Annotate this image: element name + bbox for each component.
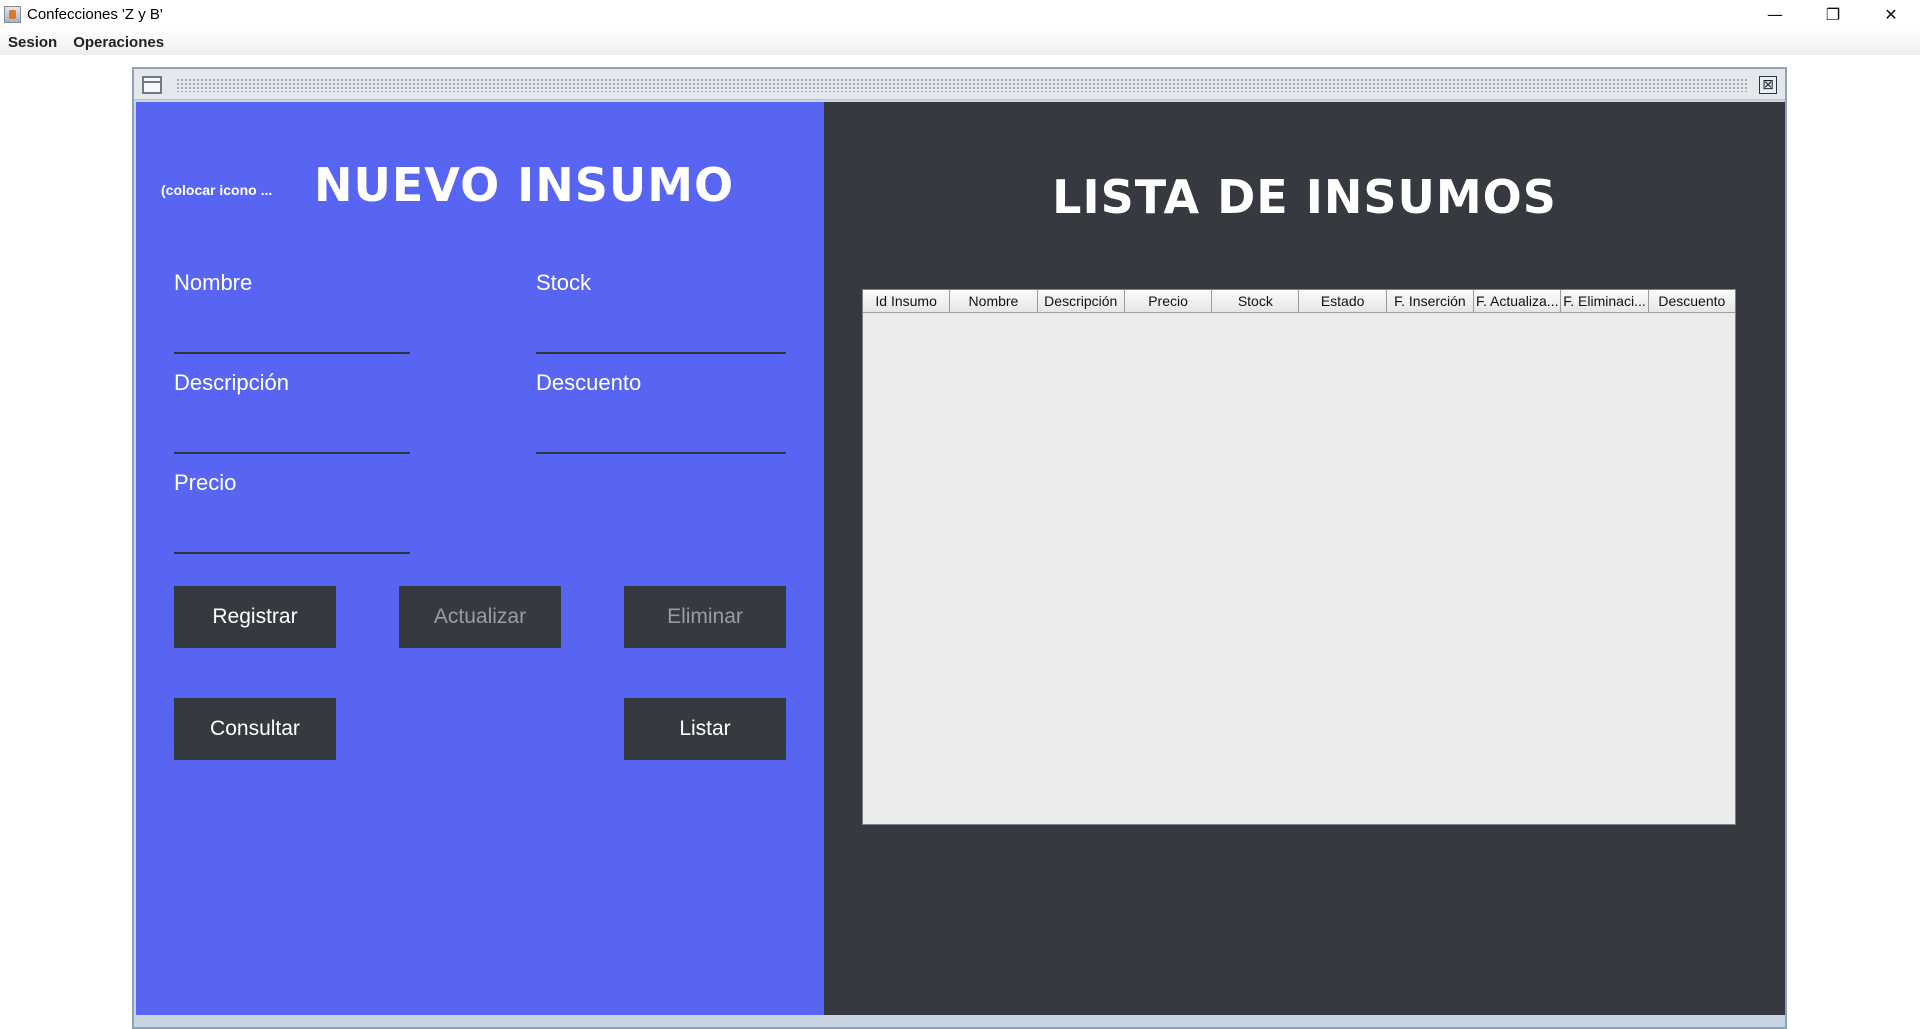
column-header-id-insumo[interactable]: Id Insumo <box>863 290 951 312</box>
stock-label: Stock <box>536 270 592 295</box>
desktop-pane: ⊠ (colocar icono ... NUEVO INSUMO Nombre… <box>0 55 1920 1029</box>
lista-insumos-title: LISTA DE INSUMOS <box>1052 170 1557 224</box>
window-title-bar: Confecciones 'Z y B' — ❐ ✕ <box>0 0 1920 29</box>
minimize-button[interactable]: — <box>1746 0 1804 29</box>
registrar-button[interactable]: Registrar <box>174 586 336 648</box>
precio-label: Precio <box>174 470 237 495</box>
listar-button[interactable]: Listar <box>624 698 786 760</box>
frame-window-icon <box>142 76 162 94</box>
consultar-button[interactable]: Consultar <box>174 698 336 760</box>
column-header-stock[interactable]: Stock <box>1212 290 1300 312</box>
restore-button[interactable]: ❐ <box>1804 0 1862 29</box>
column-header-descuento[interactable]: Descuento <box>1648 290 1735 312</box>
window-title: Confecciones 'Z y B' <box>27 6 163 23</box>
frame-close-icon[interactable]: ⊠ <box>1759 76 1777 94</box>
descuento-label: Descuento <box>536 370 642 395</box>
table-header: Id Insumo Nombre Descripción Precio Stoc… <box>863 290 1735 313</box>
column-header-nombre[interactable]: Nombre <box>950 290 1038 312</box>
descripcion-label: Descripción <box>174 370 289 395</box>
insumos-internal-frame: ⊠ (colocar icono ... NUEVO INSUMO Nombre… <box>132 67 1787 1029</box>
column-header-f-eliminacion[interactable]: F. Eliminaci... <box>1561 290 1649 312</box>
title-bar-grip[interactable] <box>176 78 1749 92</box>
column-header-descripcion[interactable]: Descripción <box>1037 290 1125 312</box>
nuevo-insumo-panel: (colocar icono ... NUEVO INSUMO Nombre S… <box>136 102 824 1015</box>
menu-bar: Sesion Operaciones <box>0 29 1920 55</box>
precio-field[interactable] <box>174 524 410 554</box>
java-app-icon <box>4 6 21 23</box>
window-controls: — ❐ ✕ <box>1746 0 1920 29</box>
column-header-f-insercion[interactable]: F. Inserción <box>1386 290 1475 312</box>
menu-operaciones[interactable]: Operaciones <box>65 34 172 51</box>
icon-placeholder-label: (colocar icono ... <box>161 182 273 198</box>
nuevo-insumo-title: NUEVO INSUMO <box>314 158 735 212</box>
eliminar-button[interactable]: Eliminar <box>624 586 786 648</box>
close-button[interactable]: ✕ <box>1862 0 1920 29</box>
column-header-precio[interactable]: Precio <box>1124 290 1213 312</box>
nombre-field[interactable] <box>174 324 410 354</box>
column-header-estado[interactable]: Estado <box>1299 290 1387 312</box>
internal-frame-title-bar[interactable]: ⊠ <box>134 69 1785 100</box>
descripcion-field[interactable] <box>174 424 410 454</box>
stock-field[interactable] <box>536 324 786 354</box>
menu-sesion[interactable]: Sesion <box>0 34 65 51</box>
descuento-field[interactable] <box>536 424 786 454</box>
lista-insumos-panel: LISTA DE INSUMOS Id Insumo Nombre Descri… <box>824 102 1785 1015</box>
nombre-label: Nombre <box>174 270 253 295</box>
actualizar-button[interactable]: Actualizar <box>399 586 561 648</box>
insumos-table[interactable]: Id Insumo Nombre Descripción Precio Stoc… <box>862 289 1736 825</box>
column-header-f-actualizacion[interactable]: F. Actualiza... <box>1474 290 1562 312</box>
